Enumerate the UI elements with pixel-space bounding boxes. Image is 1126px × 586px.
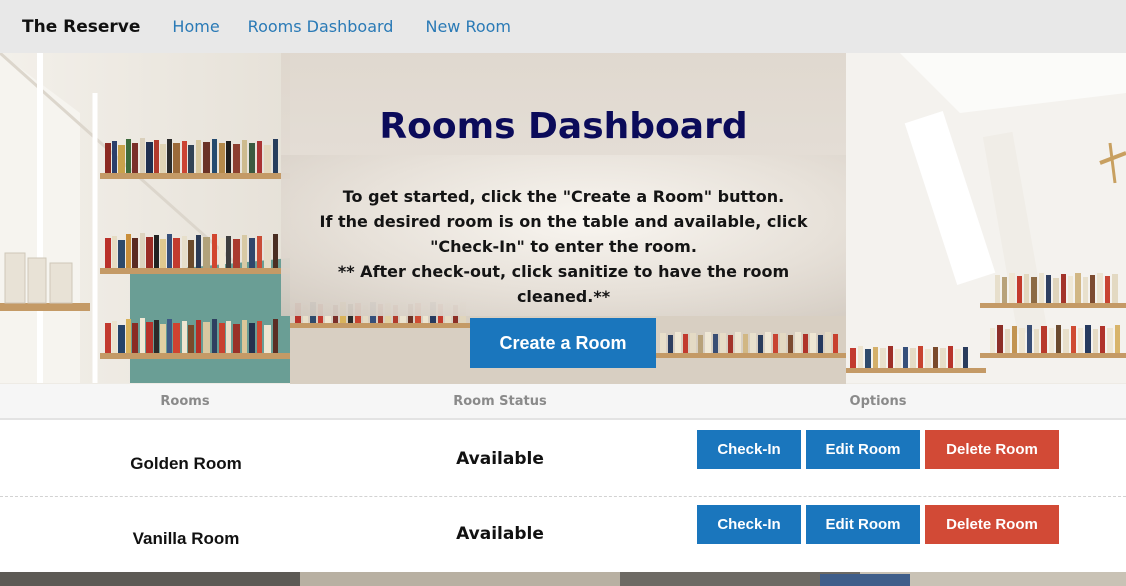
column-header-room-status: Room Status <box>453 394 547 409</box>
intro-line-5: cleaned.** <box>516 287 611 306</box>
create-room-button[interactable]: Create a Room <box>470 318 656 368</box>
page-title: Rooms Dashboard <box>379 106 748 147</box>
rooms-table: Rooms Room Status Options Golden Room Av… <box>0 384 1126 572</box>
intro-line-4: ** After check-out, click sanitize to ha… <box>337 262 790 281</box>
navbar: The Reserve Home Rooms Dashboard New Roo… <box>0 0 1126 53</box>
intro-line-1: To get started, click the "Create a Room… <box>342 187 785 206</box>
intro-text: To get started, click the "Create a Room… <box>310 184 817 309</box>
table-header: Rooms Room Status Options <box>0 384 1126 420</box>
brand-logo[interactable]: The Reserve <box>22 17 140 37</box>
delete-room-button[interactable]: Delete Room <box>925 505 1059 544</box>
delete-room-button[interactable]: Delete Room <box>925 430 1059 469</box>
edit-room-button[interactable]: Edit Room <box>806 505 920 544</box>
nav-link-new-room[interactable]: New Room <box>425 17 511 36</box>
check-in-button[interactable]: Check-In <box>697 430 801 469</box>
intro-line-2: If the desired room is on the table and … <box>319 212 808 231</box>
room-name: Vanilla Room <box>132 529 240 548</box>
check-in-button[interactable]: Check-In <box>697 505 801 544</box>
column-header-rooms: Rooms <box>160 394 210 409</box>
room-name: Golden Room <box>130 454 242 473</box>
intro-line-3: "Check-In" to enter the room. <box>430 237 697 256</box>
table-row: Vanilla Room Available Check-In Edit Roo… <box>0 497 1126 572</box>
nav-link-home[interactable]: Home <box>172 17 219 36</box>
table-row: Golden Room Available Check-In Edit Room… <box>0 422 1126 497</box>
column-header-options: Options <box>849 394 907 409</box>
edit-room-button[interactable]: Edit Room <box>806 430 920 469</box>
room-status: Available <box>456 524 544 544</box>
room-status: Available <box>456 449 544 469</box>
nav-link-rooms-dashboard[interactable]: Rooms Dashboard <box>248 17 394 36</box>
